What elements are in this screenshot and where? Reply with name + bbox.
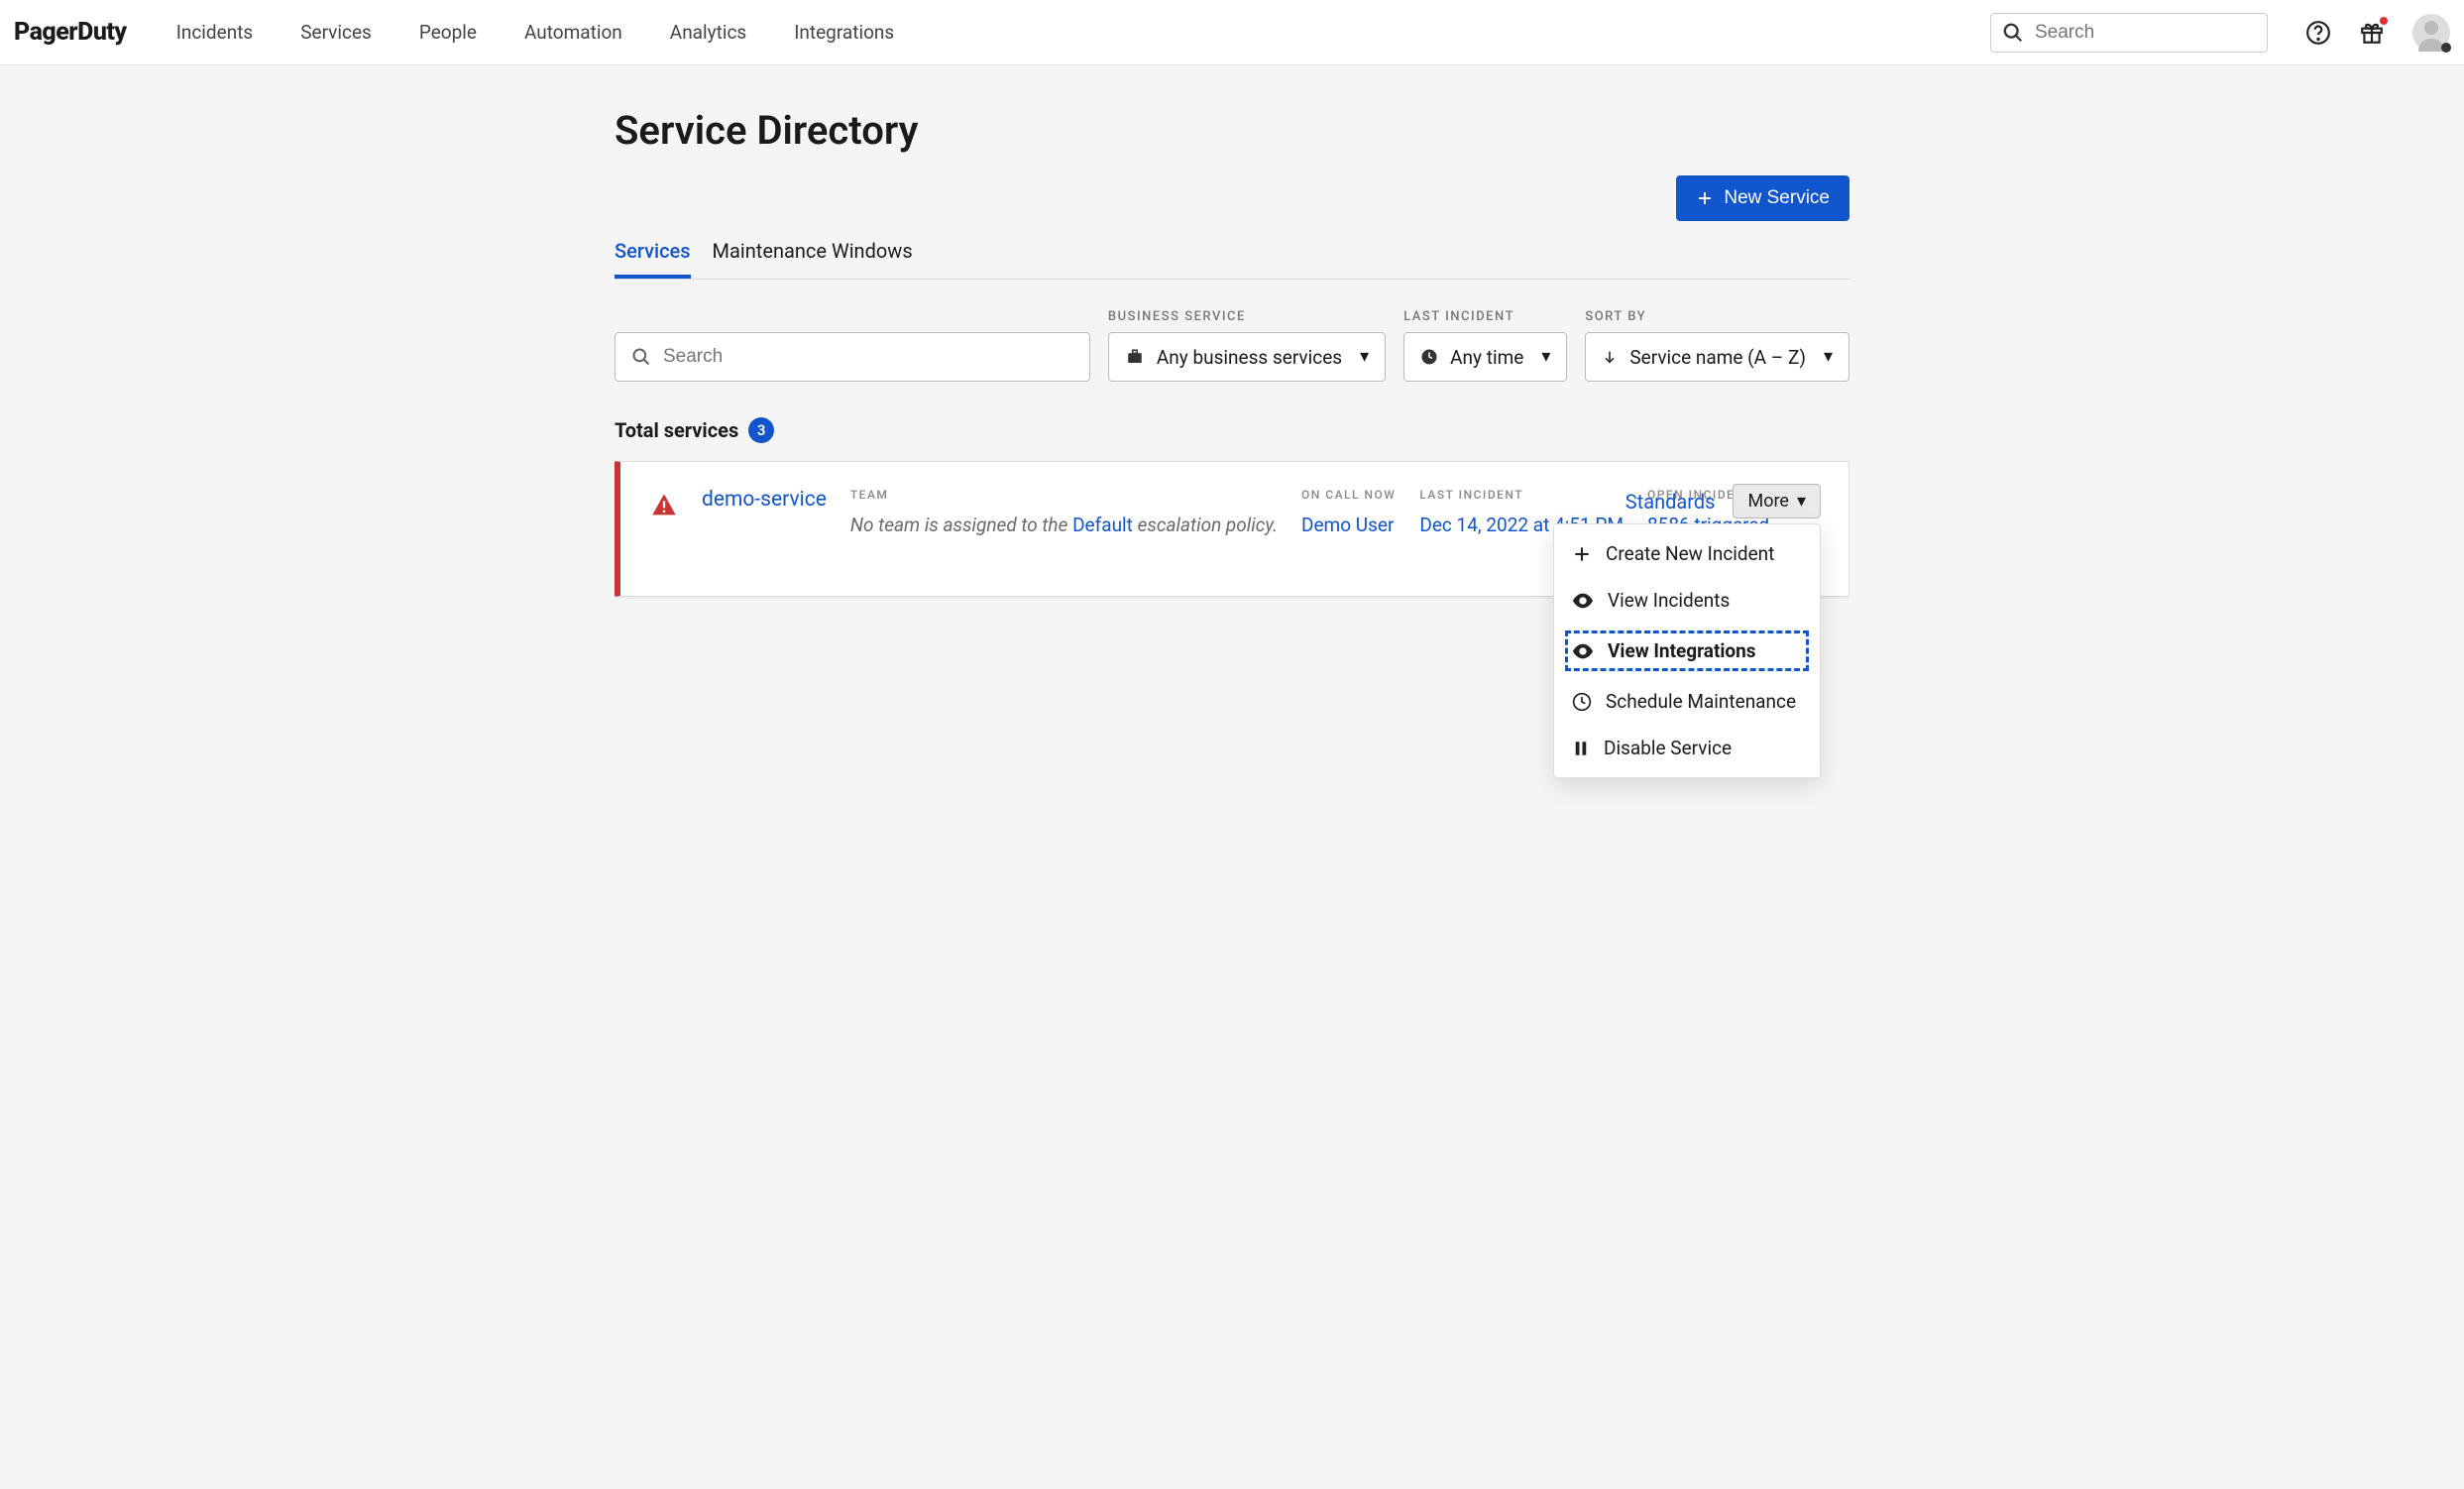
eye-icon [1572,643,1594,659]
business-filter-label: BUSINESS SERVICE [1108,309,1386,324]
last-incident-filter-label: LAST INCIDENT [1403,309,1567,324]
menu-view-integrations-label: View Integrations [1608,639,1756,662]
more-button[interactable]: More ▾ [1733,484,1821,518]
last-incident-filter-value: Any time [1450,346,1523,369]
menu-view-incidents[interactable]: View Incidents [1554,577,1820,624]
search-icon [2002,22,2024,44]
nav-automation[interactable]: Automation [524,1,622,63]
new-service-button[interactable]: New Service [1676,175,1849,221]
business-filter-value: Any business services [1157,346,1342,369]
briefcase-icon [1125,348,1145,366]
menu-create-incident[interactable]: Create New Incident [1554,530,1820,577]
help-icon[interactable] [2305,20,2331,46]
plus-icon [1696,189,1714,207]
brand-logo: PagerDuty [14,18,127,47]
nav-analytics[interactable]: Analytics [670,1,746,63]
top-nav: PagerDuty Incidents Services People Auto… [0,0,2464,65]
oncall-label: ON CALL NOW [1301,488,1396,502]
sort-select[interactable]: Service name (A – Z) ▾ [1585,332,1849,382]
last-incident-filter[interactable]: Any time ▾ [1403,332,1567,382]
team-text-2: escalation policy. [1138,514,1278,536]
card-actions: Standards More ▾ [1625,484,1821,518]
tab-services[interactable]: Services [615,231,691,279]
more-label: More [1747,491,1788,512]
clock-icon [1572,692,1592,712]
gift-icon[interactable] [2359,20,2385,46]
menu-create-label: Create New Incident [1606,542,1774,565]
top-icons [2305,14,2450,52]
sort-label: SORT BY [1585,309,1849,324]
business-filter[interactable]: Any business services ▾ [1108,332,1386,382]
arrow-down-icon [1602,349,1618,365]
tab-maintenance[interactable]: Maintenance Windows [713,231,913,279]
caret-down-icon: ▾ [1541,348,1550,366]
alert-icon [650,492,678,566]
plus-icon [1572,544,1592,564]
menu-view-incidents-label: View Incidents [1608,589,1730,612]
team-text-1: No team is assigned to the [850,514,1068,536]
filters-row: BUSINESS SERVICE Any business services ▾… [615,309,1849,382]
menu-disable-service[interactable]: Disable Service [1554,725,1820,771]
menu-schedule-label: Schedule Maintenance [1606,690,1796,713]
total-label: Total services [615,418,738,442]
search-icon [631,347,651,367]
service-name-link[interactable]: demo-service [702,488,827,512]
more-menu: Create New Incident View Incidents View … [1553,523,1821,778]
pause-icon [1572,740,1590,757]
page-title: Service Directory [615,107,1849,154]
nav-integrations[interactable]: Integrations [794,1,894,63]
menu-schedule-maintenance[interactable]: Schedule Maintenance [1554,678,1820,725]
global-search-input[interactable] [1990,13,2268,53]
escalation-policy-link[interactable]: Default [1072,514,1133,536]
nav-people[interactable]: People [419,1,477,63]
tabs: Services Maintenance Windows [615,231,1849,280]
service-search[interactable] [615,332,1090,382]
eye-icon [1572,593,1594,609]
notification-dot [2380,17,2388,25]
nav-incidents[interactable]: Incidents [176,1,254,63]
last-incident-col-label: LAST INCIDENT [1419,488,1624,502]
user-avatar[interactable] [2412,14,2450,52]
sort-value: Service name (A – Z) [1629,346,1806,369]
clock-icon [1420,348,1438,366]
page-content: Service Directory New Service Services M… [563,65,1901,638]
oncall-user-link[interactable]: Demo User [1301,514,1394,536]
standards-link[interactable]: Standards [1625,490,1716,514]
menu-view-integrations[interactable]: View Integrations [1562,628,1812,674]
total-services: Total services 3 [615,417,1849,443]
service-search-input[interactable] [663,346,1073,368]
caret-down-icon: ▾ [1797,493,1806,511]
new-service-label: New Service [1724,187,1830,209]
global-search[interactable] [1990,13,2268,53]
caret-down-icon: ▾ [1360,348,1369,366]
service-card: demo-service TEAM No team is assigned to… [615,461,1849,597]
caret-down-icon: ▾ [1824,348,1833,366]
total-count-badge: 3 [748,417,774,443]
team-label: TEAM [850,488,1278,502]
nav-items: Incidents Services People Automation Ana… [176,1,895,63]
nav-services[interactable]: Services [300,1,372,63]
menu-disable-label: Disable Service [1604,737,1732,759]
